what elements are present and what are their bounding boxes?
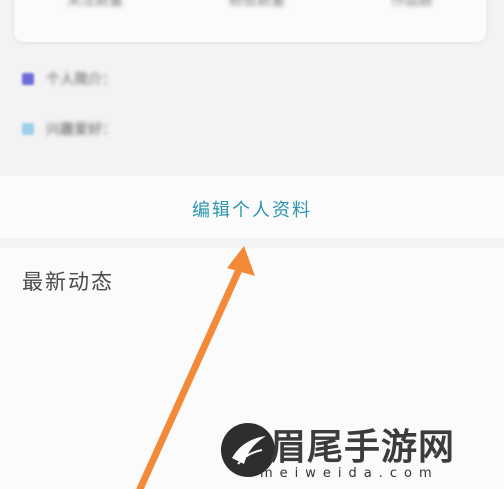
info-row-interests: 兴趣爱好： xyxy=(22,118,116,140)
info-label-interests: 兴趣爱好： xyxy=(46,122,116,138)
watermark-title: 眉尾手游网 xyxy=(270,426,456,468)
tag-icon xyxy=(22,123,34,135)
section-title: 最新动态 xyxy=(22,270,114,294)
watermark-url: meiweida.com xyxy=(260,466,439,481)
stat-followers[interactable]: 粉丝数量 xyxy=(229,0,285,10)
stat-works[interactable]: 作品数 xyxy=(391,0,433,10)
person-icon xyxy=(22,73,34,85)
info-label-bio: 个人简介： xyxy=(46,72,116,88)
stats-row: 关注数量 粉丝数量 作品数 xyxy=(14,0,486,20)
edit-profile-button[interactable]: 编辑个人资料 xyxy=(0,196,504,222)
stat-following[interactable]: 关注数量 xyxy=(67,0,123,10)
stats-card: 关注数量 粉丝数量 作品数 xyxy=(14,0,486,42)
info-row-bio: 个人简介： xyxy=(22,68,116,90)
edit-profile-section: 编辑个人资料 xyxy=(0,176,504,238)
